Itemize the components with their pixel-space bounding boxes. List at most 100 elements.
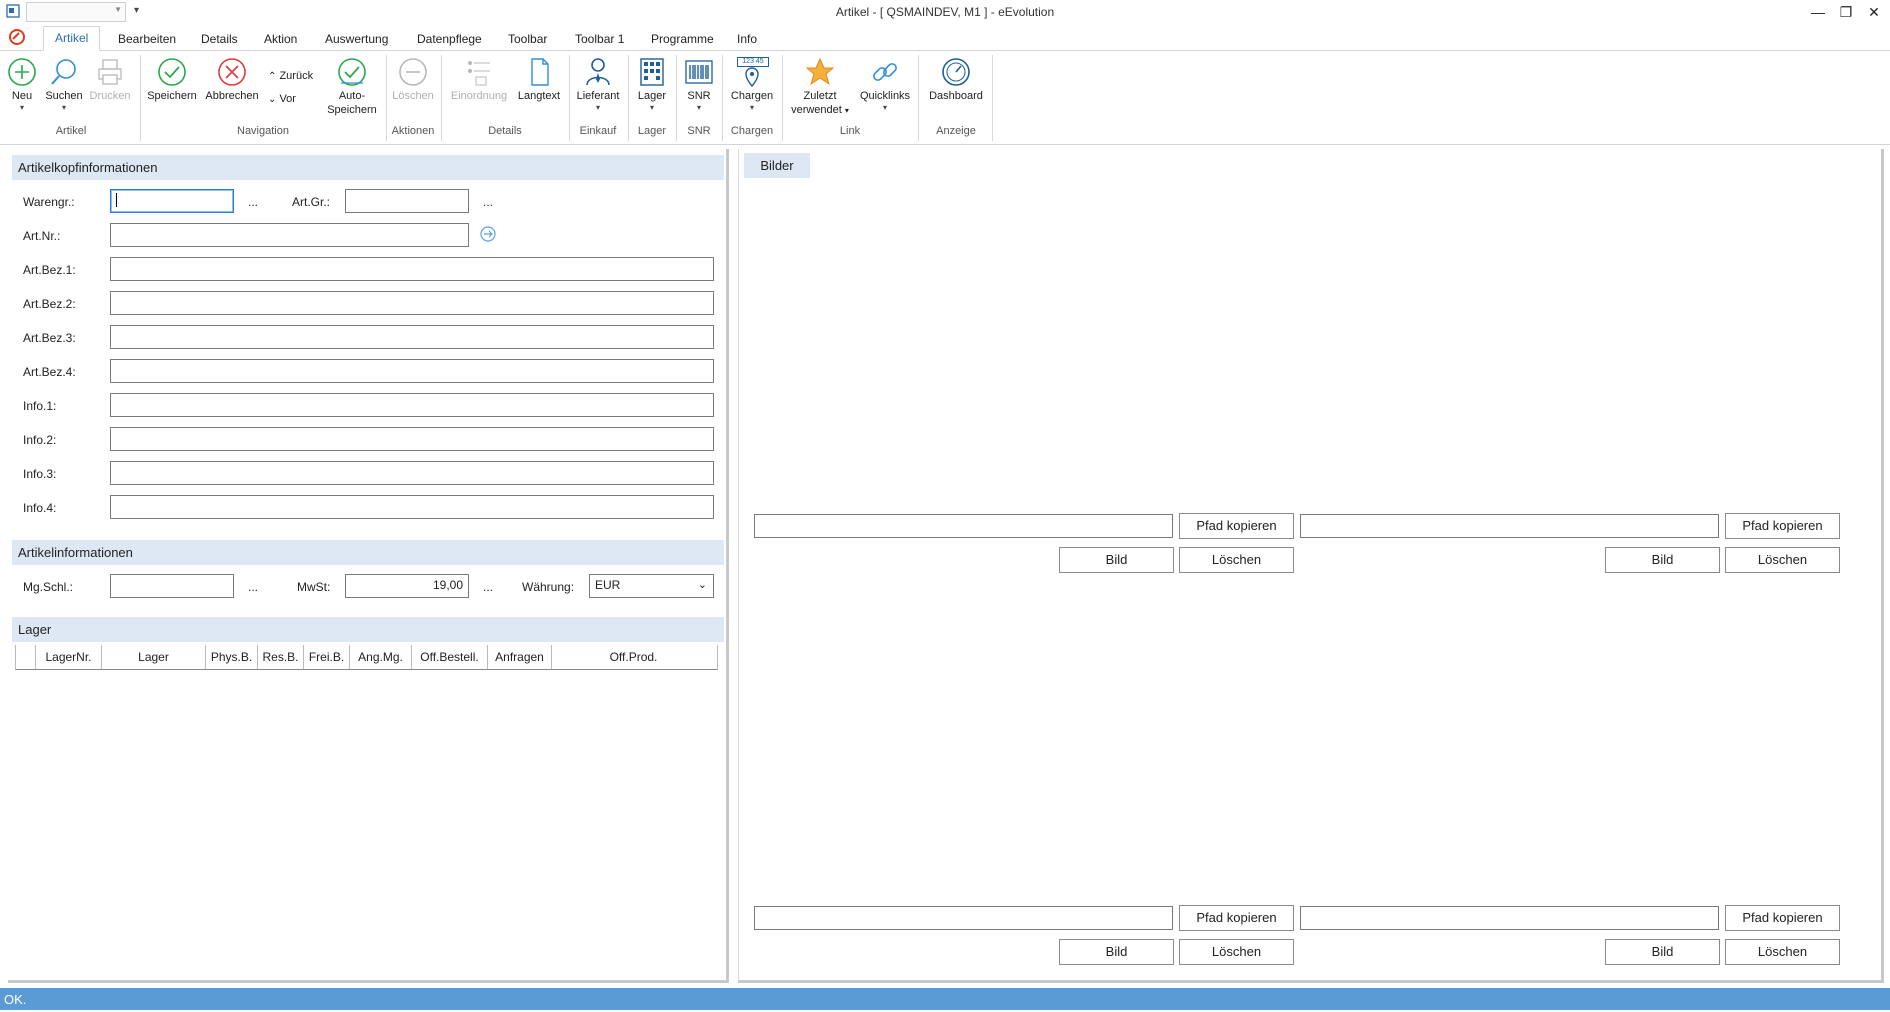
dashboard-button[interactable]: Dashboard bbox=[922, 57, 990, 103]
image-button-4[interactable]: Bild bbox=[1605, 939, 1720, 965]
mgschl-lookup-button[interactable]: ... bbox=[248, 580, 258, 594]
info2-input[interactable] bbox=[110, 427, 714, 451]
image-path-input-4[interactable] bbox=[1300, 906, 1719, 930]
delete-image-button-2[interactable]: Löschen bbox=[1725, 547, 1840, 573]
group-separator bbox=[628, 55, 629, 141]
info4-input[interactable] bbox=[110, 495, 714, 519]
minimize-icon[interactable]: — bbox=[1808, 3, 1828, 21]
waehrung-value: EUR bbox=[595, 578, 621, 592]
delete-image-button-3[interactable]: Löschen bbox=[1179, 939, 1294, 965]
tab-toolbar[interactable]: Toolbar bbox=[502, 30, 553, 48]
snr-button[interactable]: SNR ▾ bbox=[680, 57, 718, 113]
quicklinks-button[interactable]: Quicklinks ▾ bbox=[856, 57, 914, 113]
bilder-tab[interactable]: Bilder bbox=[744, 153, 810, 178]
section-header-lager: Lager bbox=[12, 617, 724, 642]
einordnung-button[interactable]: Einordnung bbox=[446, 57, 512, 103]
delete-image-button-4[interactable]: Löschen bbox=[1725, 939, 1840, 965]
copy-path-button-4[interactable]: Pfad kopieren bbox=[1725, 905, 1840, 931]
warengr-input[interactable] bbox=[110, 189, 234, 213]
barcode-icon bbox=[685, 60, 713, 84]
table-col-lagernr[interactable]: LagerNr. bbox=[36, 645, 102, 669]
table-col-lager[interactable]: Lager bbox=[102, 645, 206, 669]
copy-path-button-2[interactable]: Pfad kopieren bbox=[1725, 513, 1840, 539]
warengr-lookup-button[interactable]: ... bbox=[248, 195, 258, 209]
tab-info[interactable]: Info bbox=[731, 30, 763, 48]
image-path-input-3[interactable] bbox=[754, 906, 1173, 930]
info2-label: Info.2: bbox=[23, 433, 57, 447]
lieferant-button[interactable]: Lieferant ▾ bbox=[572, 57, 624, 113]
artgr-input[interactable] bbox=[345, 189, 469, 213]
mwst-input[interactable]: 19,00 bbox=[345, 574, 469, 598]
title-bar: ▼ ▾ Artikel - [ QSMAINDEV, M1 ] - eEvolu… bbox=[0, 0, 1890, 24]
chevron-down-icon: ⌄ bbox=[268, 94, 277, 105]
drucken-button[interactable]: Drucken bbox=[88, 57, 132, 103]
info3-label: Info.3: bbox=[23, 467, 57, 481]
info1-input[interactable] bbox=[110, 393, 714, 417]
warengr-label: Warengr.: bbox=[23, 195, 75, 209]
image-button-3[interactable]: Bild bbox=[1059, 939, 1174, 965]
auto-speichern-button[interactable]: Auto- Speichern bbox=[322, 57, 382, 117]
group-separator bbox=[722, 55, 723, 141]
arrow-right-circle-icon[interactable] bbox=[480, 226, 496, 245]
location-pin-icon bbox=[745, 67, 759, 87]
group-navigation-label: Navigation bbox=[237, 125, 289, 137]
waehrung-select[interactable]: EUR ⌄ bbox=[589, 574, 714, 598]
tab-auswertung[interactable]: Auswertung bbox=[319, 30, 394, 48]
artbez2-input[interactable] bbox=[110, 291, 714, 315]
info3-input[interactable] bbox=[110, 461, 714, 485]
artnr-input[interactable] bbox=[110, 223, 469, 247]
tab-aktion[interactable]: Aktion bbox=[258, 30, 303, 48]
tab-details[interactable]: Details bbox=[195, 30, 244, 48]
table-col-freib[interactable]: Frei.B. bbox=[304, 645, 350, 669]
mwst-lookup-button[interactable]: ... bbox=[483, 580, 493, 594]
warehouse-icon bbox=[640, 58, 664, 86]
table-col-physb[interactable]: Phys.B. bbox=[206, 645, 258, 669]
neu-button[interactable]: Neu ▾ bbox=[4, 57, 40, 113]
speichern-button[interactable]: Speichern bbox=[144, 57, 200, 103]
group-artikel-label: Artikel bbox=[55, 125, 87, 137]
vor-button[interactable]: ⌄ Vor bbox=[268, 93, 296, 105]
langtext-button[interactable]: Langtext bbox=[514, 57, 564, 103]
copy-path-button-3[interactable]: Pfad kopieren bbox=[1179, 905, 1294, 931]
vor-label: Vor bbox=[279, 93, 296, 105]
table-col-angmg[interactable]: Ang.Mg. bbox=[350, 645, 412, 669]
abbrechen-button[interactable]: Abbrechen bbox=[202, 57, 262, 103]
loeschen-button[interactable]: Löschen bbox=[390, 57, 436, 103]
group-anzeige-label: Anzeige bbox=[936, 125, 976, 137]
table-col-resb[interactable]: Res.B. bbox=[258, 645, 304, 669]
zuletzt-verwendet-button[interactable]: Zuletzt verwendet ▾ bbox=[784, 57, 856, 118]
table-col-offprod[interactable]: Off.Prod. bbox=[552, 645, 715, 669]
table-col-offbestell[interactable]: Off.Bestell. bbox=[412, 645, 488, 669]
image-button-2[interactable]: Bild bbox=[1605, 547, 1720, 573]
section-header-kopf: Artikelkopfinformationen bbox=[12, 155, 724, 180]
table-col-anfragen[interactable]: Anfragen bbox=[488, 645, 552, 669]
tab-artikel[interactable]: Artikel bbox=[43, 26, 101, 51]
zurueck-button[interactable]: ⌃ Zurück bbox=[268, 70, 313, 82]
tab-bearbeiten[interactable]: Bearbeiten bbox=[112, 30, 182, 48]
delete-image-button-1[interactable]: Löschen bbox=[1179, 547, 1294, 573]
app-menu-icon[interactable] bbox=[9, 29, 25, 45]
maximize-icon[interactable]: ❐ bbox=[1836, 3, 1856, 21]
image-button-1[interactable]: Bild bbox=[1059, 547, 1174, 573]
artbez4-label: Art.Bez.4: bbox=[23, 365, 76, 379]
artbez1-input[interactable] bbox=[110, 257, 714, 281]
lager-button[interactable]: Lager ▾ bbox=[632, 57, 672, 113]
image-path-input-1[interactable] bbox=[754, 514, 1173, 538]
copy-path-button-1[interactable]: Pfad kopieren bbox=[1179, 513, 1294, 539]
artbez4-input[interactable] bbox=[110, 359, 714, 383]
tab-toolbar-1[interactable]: Toolbar 1 bbox=[569, 30, 630, 48]
close-icon[interactable]: ✕ bbox=[1864, 3, 1884, 21]
tab-datenpflege[interactable]: Datenpflege bbox=[411, 30, 488, 48]
suchen-button[interactable]: Suchen ▾ bbox=[42, 57, 86, 113]
mgschl-input[interactable] bbox=[110, 574, 234, 598]
info4-label: Info.4: bbox=[23, 501, 57, 515]
artbez3-input[interactable] bbox=[110, 325, 714, 349]
tab-programme[interactable]: Programme bbox=[645, 30, 720, 48]
chargen-button[interactable]: 123 45 Chargen ▾ bbox=[726, 57, 778, 113]
artgr-lookup-button[interactable]: ... bbox=[483, 195, 493, 209]
group-aktionen-label: Aktionen bbox=[391, 125, 435, 137]
group-separator bbox=[918, 55, 919, 141]
article-form-panel: Artikelkopfinformationen Warengr.: ... A… bbox=[8, 149, 729, 983]
image-path-input-2[interactable] bbox=[1300, 514, 1719, 538]
check-circle-icon bbox=[158, 58, 186, 86]
